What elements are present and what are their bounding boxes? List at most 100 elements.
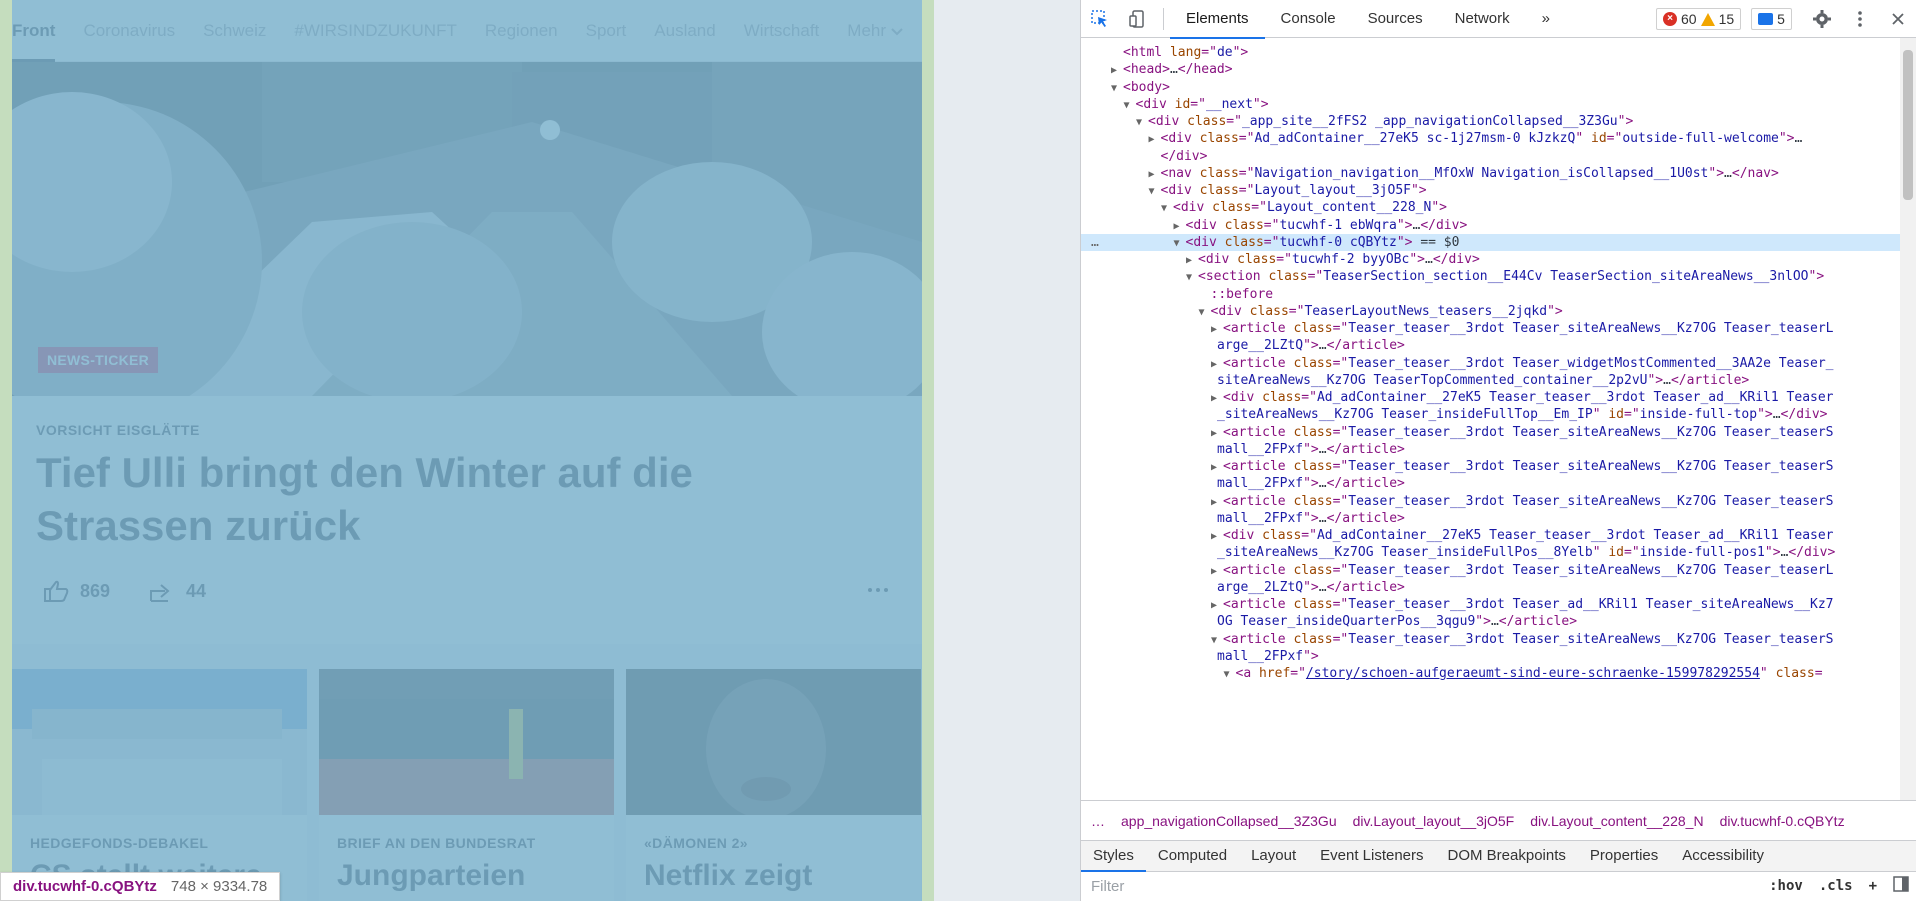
collapse-arrow-icon[interactable]: ▼ (1211, 632, 1223, 649)
dom-node[interactable]: ▶ <div class="Ad_adContainer__27eK5 Tease… (1081, 389, 1901, 406)
tab-dom-breakpoints[interactable]: DOM Breakpoints (1436, 840, 1578, 872)
dom-node[interactable]: mall__2FPxf">…</article> (1081, 441, 1901, 458)
dom-node[interactable]: mall__2FPxf">…</article> (1081, 475, 1901, 492)
dom-node[interactable]: ▼ <a href="/story/schoen-aufgeraeumt-sind… (1081, 665, 1901, 682)
news-ticker-badge[interactable]: NEWS-TICKER (38, 347, 159, 373)
tab-sources[interactable]: Sources (1352, 0, 1439, 38)
lead-article[interactable]: VORSICHT EISGLÄTTE Tief Ulli bringt den … (12, 396, 922, 644)
dom-node[interactable]: ▶ <div class="tucwhf-2 byyOBc">…</div> (1081, 251, 1901, 268)
tab-network[interactable]: Network (1439, 0, 1526, 38)
dom-node[interactable]: ▼ <div class="_app_site__2fFS2 _app_navig… (1081, 113, 1901, 130)
dom-node[interactable]: ▼ <div class="TeaserLayoutNews_teasers__2… (1081, 303, 1901, 320)
collapse-arrow-icon[interactable]: ▼ (1186, 269, 1198, 286)
dom-node[interactable]: ▶ <head>…</head> (1081, 61, 1901, 78)
nav-more-menu[interactable]: Mehr (847, 0, 904, 62)
styles-filter-input[interactable] (1081, 873, 1681, 900)
computed-sidebar-icon[interactable] (1893, 876, 1909, 896)
nav-item-wirtschaft[interactable]: Wirtschaft (744, 0, 820, 62)
dom-node[interactable]: ▶ <div class="Ad_adContainer__27eK5 sc-1j… (1081, 130, 1901, 147)
messages-counter[interactable]: 5 (1751, 8, 1792, 30)
dom-node[interactable]: mall__2FPxf"> (1081, 648, 1901, 665)
node-actions-icon[interactable]: … (1091, 234, 1099, 251)
hero-image[interactable]: NEWS-TICKER (12, 62, 922, 396)
dom-node[interactable]: ::before (1081, 286, 1901, 303)
dom-node[interactable]: ▶ <article class="Teaser_teaser__3rdot Te… (1081, 493, 1901, 510)
dom-node[interactable]: _siteAreaNews__Kz7OG Teaser_insideFullTo… (1081, 406, 1901, 423)
expand-arrow-icon[interactable]: ▶ (1211, 494, 1223, 511)
dom-node[interactable]: ▶ <article class="Teaser_teaser__3rdot Te… (1081, 458, 1901, 475)
share-button[interactable]: 44 (148, 579, 206, 603)
issues-counter[interactable]: × 60 15 (1656, 8, 1742, 30)
nav-item-schweiz[interactable]: Schweiz (203, 0, 266, 62)
dom-node[interactable]: ▶ <div class="Ad_adContainer__27eK5 Tease… (1081, 527, 1901, 544)
close-devtools-button[interactable] (1879, 0, 1916, 38)
teaser-card[interactable]: HEDGEFONDS-DEBAKEL CS stellt weitere (12, 669, 307, 901)
dom-tree[interactable]: <html lang="de"> ▶ <head>…</head> ▼ <body> ▼ <… (1081, 38, 1901, 800)
expand-arrow-icon[interactable]: ▶ (1211, 356, 1223, 373)
teaser-card[interactable]: BRIEF AN DEN BUNDESRAT Jungparteien (319, 669, 614, 901)
dom-node[interactable]: ▶ <article class="Teaser_teaser__3rdot Te… (1081, 596, 1901, 613)
toggle-classes-button[interactable]: .cls (1819, 878, 1853, 894)
tab-layout[interactable]: Layout (1239, 840, 1308, 872)
tab-event-listeners[interactable]: Event Listeners (1308, 840, 1435, 872)
expand-arrow-icon[interactable]: ▶ (1211, 597, 1223, 614)
dom-node[interactable]: ▶ <article class="Teaser_teaser__3rdot Te… (1081, 355, 1901, 372)
dom-node[interactable]: ▼ <body> (1081, 79, 1901, 96)
expand-arrow-icon[interactable]: ▶ (1111, 62, 1123, 79)
dom-node[interactable]: mall__2FPxf">…</article> (1081, 510, 1901, 527)
collapse-arrow-icon[interactable]: ▼ (1224, 666, 1236, 683)
dom-node[interactable]: ▼ <article class="Teaser_teaser__3rdot Te… (1081, 631, 1901, 648)
dom-node[interactable]: arge__2LZtQ">…</article> (1081, 579, 1901, 596)
tab-elements[interactable]: Elements (1170, 0, 1265, 39)
dom-node[interactable]: <html lang="de"> (1081, 44, 1901, 61)
expand-arrow-icon[interactable]: ▶ (1211, 425, 1223, 442)
collapse-arrow-icon[interactable]: ▼ (1149, 183, 1161, 200)
nav-item-front[interactable]: Front (12, 0, 56, 62)
tab-properties[interactable]: Properties (1578, 840, 1670, 872)
dom-node-selected[interactable]: ▼ <div class="tucwhf-0 cQBYtz"> == $0… (1081, 233, 1901, 252)
expand-arrow-icon[interactable]: ▶ (1186, 252, 1198, 269)
dom-node[interactable]: ▶ <div class="tucwhf-1 ebWqra">…</div> (1081, 217, 1901, 234)
nav-item-regionen[interactable]: Regionen (485, 0, 558, 62)
issue-badges[interactable]: × 60 15 5 (1656, 8, 1792, 30)
dom-node[interactable]: ▼ <div id="__next"> (1081, 96, 1901, 113)
collapse-arrow-icon[interactable]: ▼ (1124, 97, 1136, 114)
tab-styles[interactable]: Styles (1081, 840, 1146, 872)
expand-arrow-icon[interactable]: ▶ (1211, 321, 1223, 338)
dom-node[interactable]: </div> (1081, 148, 1901, 165)
toggle-element-state-button[interactable]: :hov (1769, 878, 1803, 894)
article-headline[interactable]: Tief Ulli bringt den Winter auf die Stra… (36, 446, 836, 552)
breadcrumb-item[interactable]: div.Layout_content__228_N (1530, 813, 1703, 829)
dom-node[interactable]: ▶ <article class="Teaser_teaser__3rdot Te… (1081, 424, 1901, 441)
dom-node[interactable]: ▶ <article class="Teaser_teaser__3rdot Te… (1081, 562, 1901, 579)
dom-node[interactable]: ▶ <nav class="Navigation_navigation__MfOx… (1081, 165, 1901, 182)
breadcrumb-item[interactable]: div.Layout_layout__3jO5F (1353, 813, 1515, 829)
collapse-arrow-icon[interactable]: ▼ (1199, 304, 1211, 321)
new-style-rule-button[interactable]: + (1869, 878, 1877, 894)
device-toolbar-button[interactable] (1119, 0, 1157, 38)
nav-item-sport[interactable]: Sport (586, 0, 627, 62)
dom-node[interactable]: ▶ <article class="Teaser_teaser__3rdot Te… (1081, 320, 1901, 337)
breadcrumb-overflow[interactable]: … (1091, 813, 1105, 829)
customize-menu-button[interactable] (1841, 0, 1879, 38)
dom-node[interactable]: ▼ <div class="Layout_content__228_N"> (1081, 199, 1901, 216)
nav-item-wirsindzukunft[interactable]: #WIRSINDZUKUNFT (294, 0, 456, 62)
settings-button[interactable] (1803, 0, 1841, 38)
tab-accessibility[interactable]: Accessibility (1670, 840, 1776, 872)
nav-item-coronavirus[interactable]: Coronavirus (83, 0, 175, 62)
dom-node[interactable]: ▼ <div class="Layout_layout__3jO5F"> (1081, 182, 1901, 199)
breadcrumb-item[interactable]: app_navigationCollapsed__3Z3Gu (1121, 813, 1337, 829)
collapse-arrow-icon[interactable]: ▼ (1161, 200, 1173, 217)
more-options-icon[interactable] (868, 588, 888, 592)
collapse-arrow-icon[interactable]: ▼ (1174, 235, 1186, 252)
nav-item-ausland[interactable]: Ausland (654, 0, 715, 62)
expand-arrow-icon[interactable]: ▶ (1174, 218, 1186, 235)
expand-arrow-icon[interactable]: ▶ (1149, 131, 1161, 148)
more-tabs-button[interactable]: » (1526, 0, 1566, 38)
tab-console[interactable]: Console (1265, 0, 1352, 38)
tab-computed[interactable]: Computed (1146, 840, 1239, 872)
collapse-arrow-icon[interactable]: ▼ (1136, 114, 1148, 131)
expand-arrow-icon[interactable]: ▶ (1211, 459, 1223, 476)
teaser-card[interactable]: «DÄMONEN 2» Netflix zeigt (626, 669, 921, 901)
expand-arrow-icon[interactable]: ▶ (1211, 563, 1223, 580)
